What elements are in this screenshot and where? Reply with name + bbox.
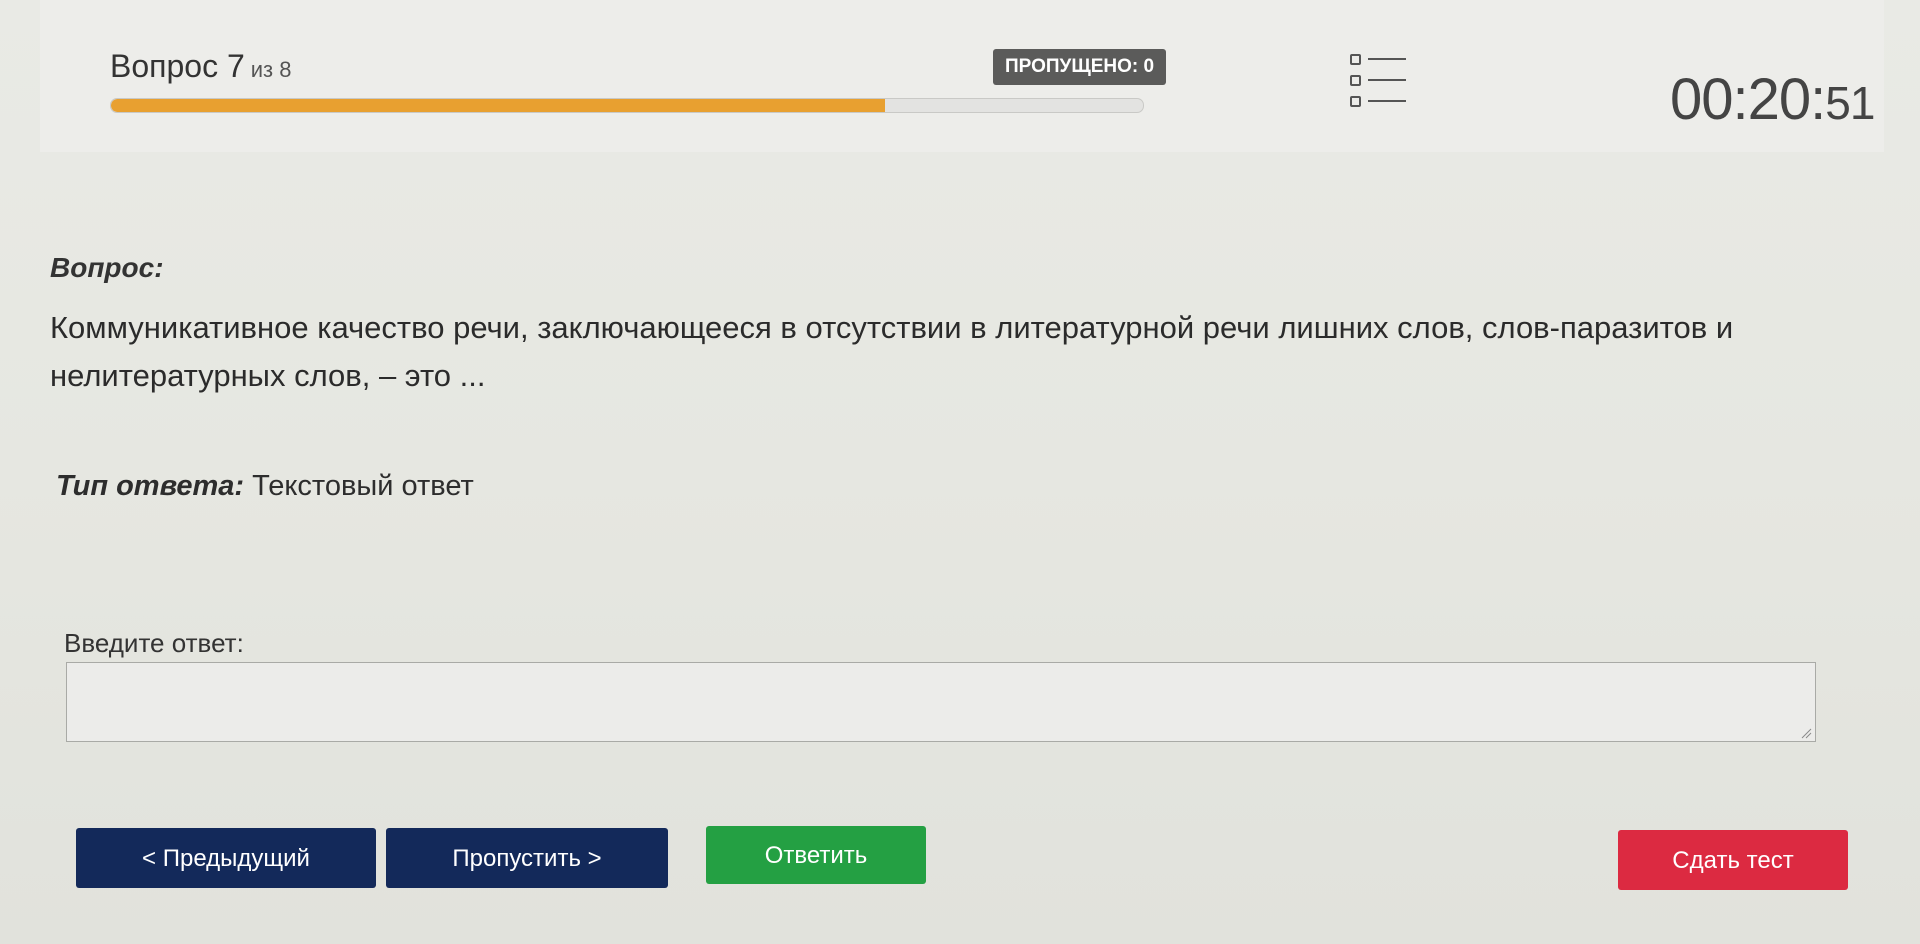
countdown-timer: 00:20:51 bbox=[1670, 66, 1875, 133]
list-icon[interactable] bbox=[1348, 52, 1408, 110]
question-heading: Вопрос: bbox=[50, 252, 164, 283]
answer-input-label: Введите ответ: bbox=[64, 628, 244, 658]
skip-button[interactable]: Пропустить > bbox=[386, 828, 668, 888]
quiz-header: Вопрос 7 из 8 ПРОПУЩЕНО: 0 00:20:51 bbox=[40, 0, 1884, 152]
question-counter: Вопрос 7 из 8 bbox=[110, 48, 291, 85]
answer-textarea[interactable] bbox=[66, 662, 1816, 742]
finish-test-button[interactable]: Сдать тест bbox=[1618, 830, 1848, 890]
answer-type-value: Текстовый ответ bbox=[252, 470, 474, 502]
quiz-page: Вопрос 7 из 8 ПРОПУЩЕНО: 0 00:20:51 Вопр… bbox=[0, 0, 1920, 944]
question-text: Коммуникативное качество речи, заключающ… bbox=[50, 310, 1734, 393]
question-number: Вопрос 7 bbox=[110, 48, 245, 84]
timer-seconds: 51 bbox=[1825, 77, 1875, 129]
resize-grip-icon[interactable] bbox=[1800, 726, 1812, 739]
previous-button[interactable]: < Предыдущий bbox=[76, 828, 376, 888]
progress-bar-fill bbox=[111, 99, 885, 112]
answer-type-label: Тип ответа: bbox=[56, 470, 245, 502]
question-total: из 8 bbox=[250, 57, 292, 82]
timer-main: 00:20: bbox=[1670, 67, 1826, 132]
skipped-count-badge: ПРОПУЩЕНО: 0 bbox=[993, 49, 1167, 85]
answer-type: Тип ответа: Текстовый ответ bbox=[56, 470, 474, 503]
answer-button[interactable]: Ответить bbox=[706, 826, 926, 884]
progress-bar bbox=[110, 98, 1144, 113]
